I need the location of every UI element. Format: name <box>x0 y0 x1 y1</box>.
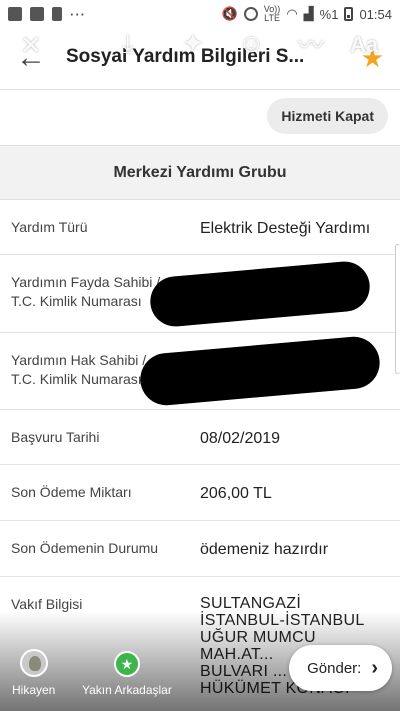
info-row: Yardım Türü Elektrik Desteği Yardımı <box>0 200 400 255</box>
row-label: Başvuru Tarihi <box>11 429 100 445</box>
signal-icon: ▟ <box>303 6 314 21</box>
action-row: Hizmeti Kapat <box>0 90 400 145</box>
text-icon[interactable]: Aa <box>350 30 378 60</box>
clock: 01:54 <box>359 6 392 22</box>
row-label: Yardımın Fayda Sahibi / T.C. Kimlik Numa… <box>11 274 160 309</box>
mute-icon: 🔇 <box>221 6 238 21</box>
sim-icon <box>52 7 62 21</box>
sticker-icon[interactable]: ☺ <box>238 28 265 58</box>
row-label: Son Ödemenin Durumu <box>11 540 159 556</box>
row-label: Yardım Türü <box>11 219 88 235</box>
row-label: Son Ödeme Miktarı <box>11 484 132 500</box>
battery-percent: %1 <box>319 6 339 22</box>
send-label: Gönder: <box>307 659 362 677</box>
close-icon[interactable]: ✕ <box>20 30 42 60</box>
info-row: Yardımın Hak Sahibi / T.C. Kimlik Numara… <box>0 333 400 410</box>
story-button[interactable]: Hikayen <box>12 649 55 697</box>
star-icon: ★ <box>113 651 140 677</box>
info-row: Son Ödemenin Durumu ödemeniz hazırdır <box>0 521 400 577</box>
more-icon: ··· <box>70 6 86 22</box>
sparkle-icon[interactable]: ✦ <box>182 28 204 58</box>
close-service-button[interactable]: Hizmeti Kapat <box>267 98 388 134</box>
info-row: Son Ödeme Miktarı 206,00 TL <box>0 465 400 521</box>
status-bar: ··· 🔇 Vo)) LTE ◠ ▟ %1 01:54 <box>0 0 400 28</box>
draw-icon[interactable]: 〰 <box>298 30 324 60</box>
volte-icon: Vo)) LTE <box>263 4 281 23</box>
row-value: Elektrik Desteği Yardımı <box>200 220 371 237</box>
row-value: 206,00 TL <box>200 485 272 502</box>
group-title: Merkezi Yardımı Grubu <box>0 145 400 200</box>
battery-icon <box>344 7 354 21</box>
flash-icon <box>8 7 22 21</box>
info-row: Başvuru Tarihi 08/02/2019 <box>0 410 400 465</box>
alarm-icon <box>243 7 258 21</box>
redaction-mark <box>138 334 382 408</box>
chevron-right-icon: › <box>371 656 378 679</box>
close-friends-button[interactable]: ★ Yakın Arkadaşlar <box>82 651 172 697</box>
image-icon <box>30 7 44 21</box>
avatar <box>19 649 48 677</box>
row-value: ödemeniz hazırdır <box>200 541 329 558</box>
wifi-icon: ◠ <box>286 6 298 21</box>
download-icon[interactable]: ⤓ <box>122 28 134 58</box>
send-button[interactable]: Gönder: › <box>289 645 392 691</box>
row-label: Yardımın Hak Sahibi / T.C. Kimlik Numara… <box>11 352 147 387</box>
scrollbar[interactable] <box>395 244 400 374</box>
story-label: Hikayen <box>12 683 56 697</box>
info-row: Yardımın Fayda Sahibi / T.C. Kimlik Numa… <box>0 255 400 333</box>
redaction-mark <box>148 259 372 329</box>
close-friends-label: Yakın Arkadaşlar <box>82 683 172 697</box>
row-value: 08/02/2019 <box>200 430 281 447</box>
